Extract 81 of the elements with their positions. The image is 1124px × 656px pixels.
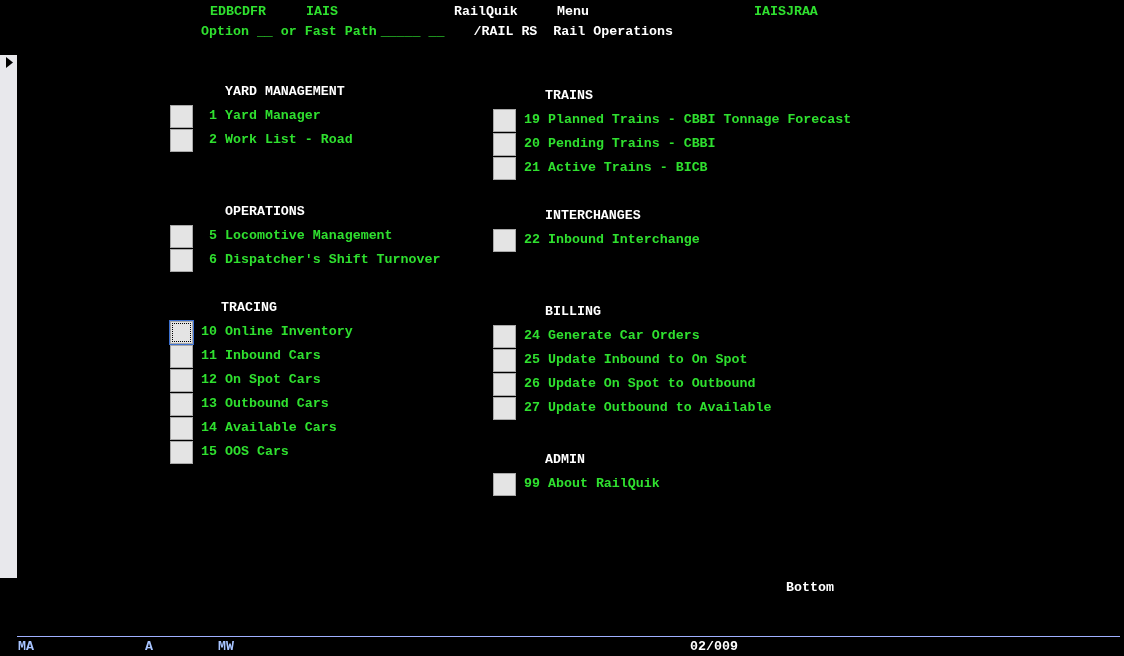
option-number: 11: [200, 347, 217, 365]
option-number: 24: [523, 327, 540, 345]
menu-option-label: Pending Trains - CBBI: [548, 135, 716, 153]
company-code: IAIS: [306, 3, 339, 21]
menu-select-button[interactable]: [170, 128, 193, 152]
option-number: 10: [200, 323, 217, 341]
screen-type: Menu: [557, 3, 590, 21]
menu-select-button[interactable]: [493, 348, 516, 372]
menu-select-button[interactable]: [493, 132, 516, 156]
menu-option-label: Generate Car Orders: [548, 327, 700, 345]
menu-select-button[interactable]: [493, 472, 516, 496]
section-heading: YARD MANAGEMENT: [224, 83, 346, 101]
menu-option-label: Inbound Interchange: [548, 231, 700, 249]
option-number: 21: [523, 159, 540, 177]
menu-select-button[interactable]: [493, 228, 516, 252]
option-number: 26: [523, 375, 540, 393]
menu-option-label: OOS Cars: [225, 443, 289, 461]
menu-select-button[interactable]: [493, 396, 516, 420]
menu-option-label: Planned Trains - CBBI Tonnage Forecast: [548, 111, 852, 129]
option-number: 15: [200, 443, 217, 461]
section-heading: ADMIN: [544, 451, 586, 469]
section-heading: TRAINS: [544, 87, 594, 105]
menu-select-button[interactable]: [170, 248, 193, 272]
option-label: Option: [201, 23, 249, 41]
option-number: 14: [200, 419, 217, 437]
menu-select-button[interactable]: [170, 368, 193, 392]
menu-select-button[interactable]: [170, 320, 193, 344]
menu-option-label: Update On Spot to Outbound: [548, 375, 756, 393]
menu-select-button[interactable]: [170, 104, 193, 128]
menu-option-label: Outbound Cars: [225, 395, 329, 413]
path-text: /RAIL RS: [473, 23, 538, 41]
play-triangle-icon[interactable]: [6, 57, 13, 68]
menu-option-label: Inbound Cars: [225, 347, 321, 365]
menu-select-button[interactable]: [493, 108, 516, 132]
screen-title: Rail Operations: [553, 23, 674, 41]
menu-option-label: Work List - Road: [225, 131, 353, 149]
menu-option-label: Available Cars: [225, 419, 337, 437]
status-field: A: [145, 637, 218, 654]
menu-option-label: On Spot Cars: [225, 371, 321, 389]
menu-select-button[interactable]: [493, 324, 516, 348]
app-name: RailQuik: [454, 3, 519, 21]
more-indicator: Bottom: [786, 579, 834, 597]
section-heading: BILLING: [544, 303, 602, 321]
option-number: 5: [208, 227, 217, 245]
option-number: 1: [208, 107, 217, 125]
menu-option-label: About RailQuik: [548, 475, 660, 493]
menu-option-label: Online Inventory: [225, 323, 353, 341]
screen-id: EDBCDFR: [210, 3, 267, 21]
menu-option-label: Active Trains - BICB: [548, 159, 708, 177]
option-number: 13: [200, 395, 217, 413]
option-number: 20: [523, 135, 540, 153]
fast-path-label: or Fast Path: [280, 23, 377, 41]
option-number: 99: [523, 475, 540, 493]
section-heading: OPERATIONS: [224, 203, 306, 221]
fast-path-field[interactable]: _____: [380, 22, 421, 42]
menu-option-label: Dispatcher's Shift Turnover: [225, 251, 441, 269]
section-heading: TRACING: [220, 299, 278, 317]
menu-select-button[interactable]: [170, 440, 193, 464]
menu-select-button[interactable]: [493, 372, 516, 396]
menu-select-button[interactable]: [493, 156, 516, 180]
option-number: 22: [523, 231, 540, 249]
option-number: 19: [523, 111, 540, 129]
menu-option-label: Update Outbound to Available: [548, 399, 772, 417]
menu-select-button[interactable]: [170, 392, 193, 416]
cursor-position: 02/009: [690, 638, 738, 654]
menu-option-label: Locomotive Management: [225, 227, 393, 245]
status-field: MW: [218, 637, 690, 654]
option-number: 27: [523, 399, 540, 417]
menu-select-button[interactable]: [170, 416, 193, 440]
option-number: 25: [523, 351, 540, 369]
option-number: 2: [208, 131, 217, 149]
menu-option-label: Update Inbound to On Spot: [548, 351, 748, 369]
section-heading: INTERCHANGES: [544, 207, 642, 225]
status-field: MA: [18, 637, 145, 654]
user-id: IAISJRAA: [754, 3, 818, 21]
fast-path-field[interactable]: __: [428, 22, 445, 42]
menu-option-label: Yard Manager: [225, 107, 321, 125]
option-number: 6: [208, 251, 217, 269]
option-field[interactable]: __: [256, 22, 273, 42]
menu-select-button[interactable]: [170, 224, 193, 248]
option-number: 12: [200, 371, 217, 389]
